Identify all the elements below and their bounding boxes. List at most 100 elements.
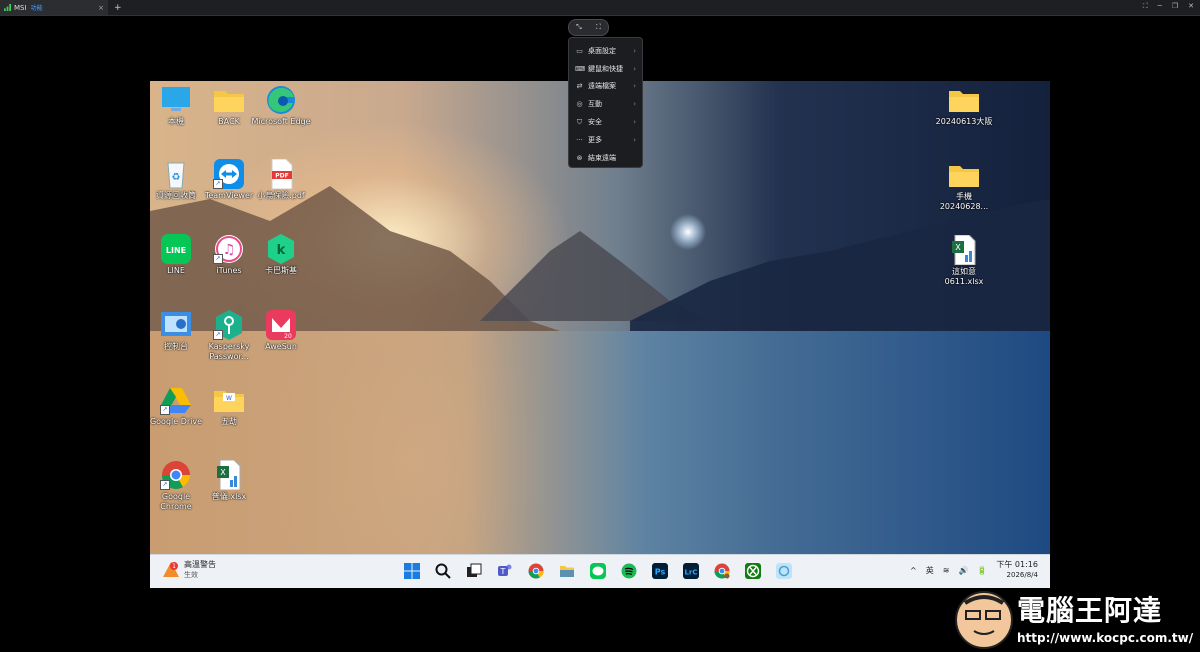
restore-icon[interactable]: ❐ xyxy=(1172,2,1178,11)
folder-icon xyxy=(949,166,979,187)
menu-item-display-settings[interactable]: ▭ 桌面設定 › xyxy=(569,42,642,60)
taskbar-file-explorer[interactable] xyxy=(556,561,578,581)
search-icon xyxy=(435,563,451,579)
task-view-button[interactable] xyxy=(463,561,485,581)
taskbar-apps: T Ps LrC xyxy=(401,561,804,581)
svg-text:LINE: LINE xyxy=(166,246,186,255)
weather-sub: 生效 xyxy=(184,571,198,579)
svg-text:♻: ♻ xyxy=(172,172,181,183)
pointer-icon[interactable]: ⤡ xyxy=(576,23,582,32)
wifi-icon[interactable]: ≋ xyxy=(943,566,950,575)
battery-icon[interactable]: 🔋 xyxy=(977,566,987,575)
desktop-icon-back-folder[interactable]: BACK xyxy=(199,85,259,127)
chevron-right-icon: › xyxy=(633,64,636,73)
fullscreen-toggle-icon[interactable]: ⛶ xyxy=(596,23,601,32)
shortcut-arrow-icon: ↗ xyxy=(213,254,223,264)
chrome-icon xyxy=(714,563,730,579)
chevron-right-icon: › xyxy=(633,135,636,144)
end-session-icon: ⊗ xyxy=(576,153,583,162)
chevron-right-icon: › xyxy=(633,118,636,127)
awesun-icon: 20 xyxy=(266,310,296,340)
spotify-icon xyxy=(621,563,637,579)
clock[interactable]: 下午 01:16 2026/8/4 xyxy=(996,559,1038,581)
interaction-icon: ◎ xyxy=(576,100,583,109)
tray-overflow-chevron-icon[interactable]: ^ xyxy=(910,566,917,575)
chevron-right-icon: › xyxy=(633,82,636,91)
weather-widget[interactable]: 1 高溫警告 生效 xyxy=(162,559,216,580)
xbox-icon xyxy=(745,563,761,579)
svg-text:X: X xyxy=(220,468,226,477)
tab-bar: MSI 功能 × + ⛶ ─ ❐ ✕ xyxy=(0,0,1200,16)
volume-icon[interactable]: 🔊 xyxy=(958,566,968,575)
monitor-icon: ▭ xyxy=(576,46,583,55)
svg-text:W: W xyxy=(226,395,232,402)
monitor-icon xyxy=(162,87,190,111)
desktop-icon-kaspersky-password[interactable]: ↗ Kaspersky Passwor... xyxy=(199,310,259,362)
taskbar-line[interactable] xyxy=(587,561,609,581)
pdf-file-icon: PDF xyxy=(271,158,293,190)
menu-item-end-remote[interactable]: ⊗ 結束遠端 xyxy=(569,149,642,167)
taskbar-remote-app[interactable] xyxy=(773,561,795,581)
desktop-icon-folder-phone[interactable]: 手機 20240628... xyxy=(934,160,994,212)
desktop-icon-google-drive[interactable]: ↗ Google Drive xyxy=(150,385,206,427)
taskbar-chrome[interactable] xyxy=(525,561,547,581)
menu-item-more[interactable]: ··· 更多 › xyxy=(569,131,642,149)
svg-text:T: T xyxy=(500,567,506,576)
teams-icon: T xyxy=(498,564,512,576)
desktop-icon-wuhua-folder[interactable]: W 五劫 xyxy=(199,385,259,427)
excel-file-icon: X xyxy=(217,459,241,491)
desktop-icon-google-chrome[interactable]: ↗ Google Chrome xyxy=(150,460,206,512)
ime-indicator[interactable]: 英 xyxy=(926,565,934,576)
tab-msi[interactable]: MSI 功能 × xyxy=(0,0,108,15)
desktop-icon-awesun[interactable]: 20 AweSun xyxy=(251,310,311,352)
desktop-icon-this-pc[interactable]: 本機 xyxy=(150,85,206,127)
menu-item-security[interactable]: ⛉ 安全 › xyxy=(569,113,642,131)
line-icon: LINE xyxy=(161,234,191,264)
chrome-icon xyxy=(528,563,544,579)
tab-subtitle: 功能 xyxy=(30,5,43,12)
start-button[interactable] xyxy=(401,561,423,581)
desktop-icon-excel-file-left[interactable]: X 普儀.xlsx xyxy=(199,459,259,502)
close-icon[interactable]: ✕ xyxy=(1188,2,1194,11)
svg-text:PDF: PDF xyxy=(275,173,288,180)
desktop-icon-pdf-file[interactable]: PDF 小烏保險.pdf xyxy=(251,158,311,201)
folder-icon: W xyxy=(214,391,244,412)
taskbar-photoshop[interactable]: Ps xyxy=(649,561,671,581)
desktop-icon-folder-20240613[interactable]: 20240613大阪 xyxy=(934,85,994,127)
shortcut-arrow-icon: ↗ xyxy=(213,330,223,340)
taskbar-search-button[interactable] xyxy=(432,561,454,581)
desktop-icon-line[interactable]: LINE LINE xyxy=(150,234,206,276)
desktop-icon-teamviewer[interactable]: ↗ TeamViewer xyxy=(199,159,259,201)
mascot-face-icon xyxy=(955,591,1013,649)
watermark-title: 電腦王阿達 xyxy=(1017,594,1163,627)
desktop-icon-excel-file-right[interactable]: X 這如意 0611.xlsx xyxy=(934,234,994,287)
taskbar-xbox[interactable] xyxy=(742,561,764,581)
folder-icon xyxy=(214,91,244,112)
taskbar-lightroom[interactable]: LrC xyxy=(680,561,702,581)
menu-item-interaction[interactable]: ◎ 互動 › xyxy=(569,95,642,113)
clock-date: 2026/8/4 xyxy=(1006,571,1038,579)
kaspersky-icon: k xyxy=(268,234,294,264)
menu-item-keyboard-mouse[interactable]: ⌨ 鍵鼠和快捷 › xyxy=(569,60,642,78)
control-panel-icon xyxy=(161,312,191,336)
desktop-icon-recycle-bin[interactable]: ♻ 資源回收筒 xyxy=(150,159,206,201)
signal-icon xyxy=(4,4,11,11)
tab-close-icon[interactable]: × xyxy=(98,4,104,12)
fullscreen-icon[interactable]: ⛶ xyxy=(1143,2,1148,11)
task-view-icon xyxy=(467,563,482,577)
desktop-icon-control-panel[interactable]: 控制台 xyxy=(150,310,206,352)
taskbar-chrome-profile[interactable] xyxy=(711,561,733,581)
desktop-icon-kaspersky[interactable]: k 卡巴斯基 xyxy=(251,234,311,276)
svg-text:Ps: Ps xyxy=(655,568,666,577)
new-tab-button[interactable]: + xyxy=(114,3,122,13)
menu-item-remote-files[interactable]: ⇄ 遠端檔案 › xyxy=(569,78,642,96)
photoshop-icon: Ps xyxy=(652,563,668,579)
taskbar-teams[interactable]: T xyxy=(494,561,516,581)
desktop-icon-itunes[interactable]: ♫ ↗ iTunes xyxy=(199,234,259,276)
warning-icon: 1 xyxy=(163,561,179,577)
minimize-icon[interactable]: ─ xyxy=(1158,2,1162,11)
watermark: 電腦王阿達 http://www.kocpc.com.tw/ xyxy=(955,585,1200,652)
taskbar-spotify[interactable] xyxy=(618,561,640,581)
taskbar: 1 高溫警告 生效 T Ps LrC ^ 英 ≋ 🔊 🔋 下午 01:16 20… xyxy=(150,554,1050,588)
desktop-icon-microsoft-edge[interactable]: Microsoft Edge xyxy=(251,85,311,127)
